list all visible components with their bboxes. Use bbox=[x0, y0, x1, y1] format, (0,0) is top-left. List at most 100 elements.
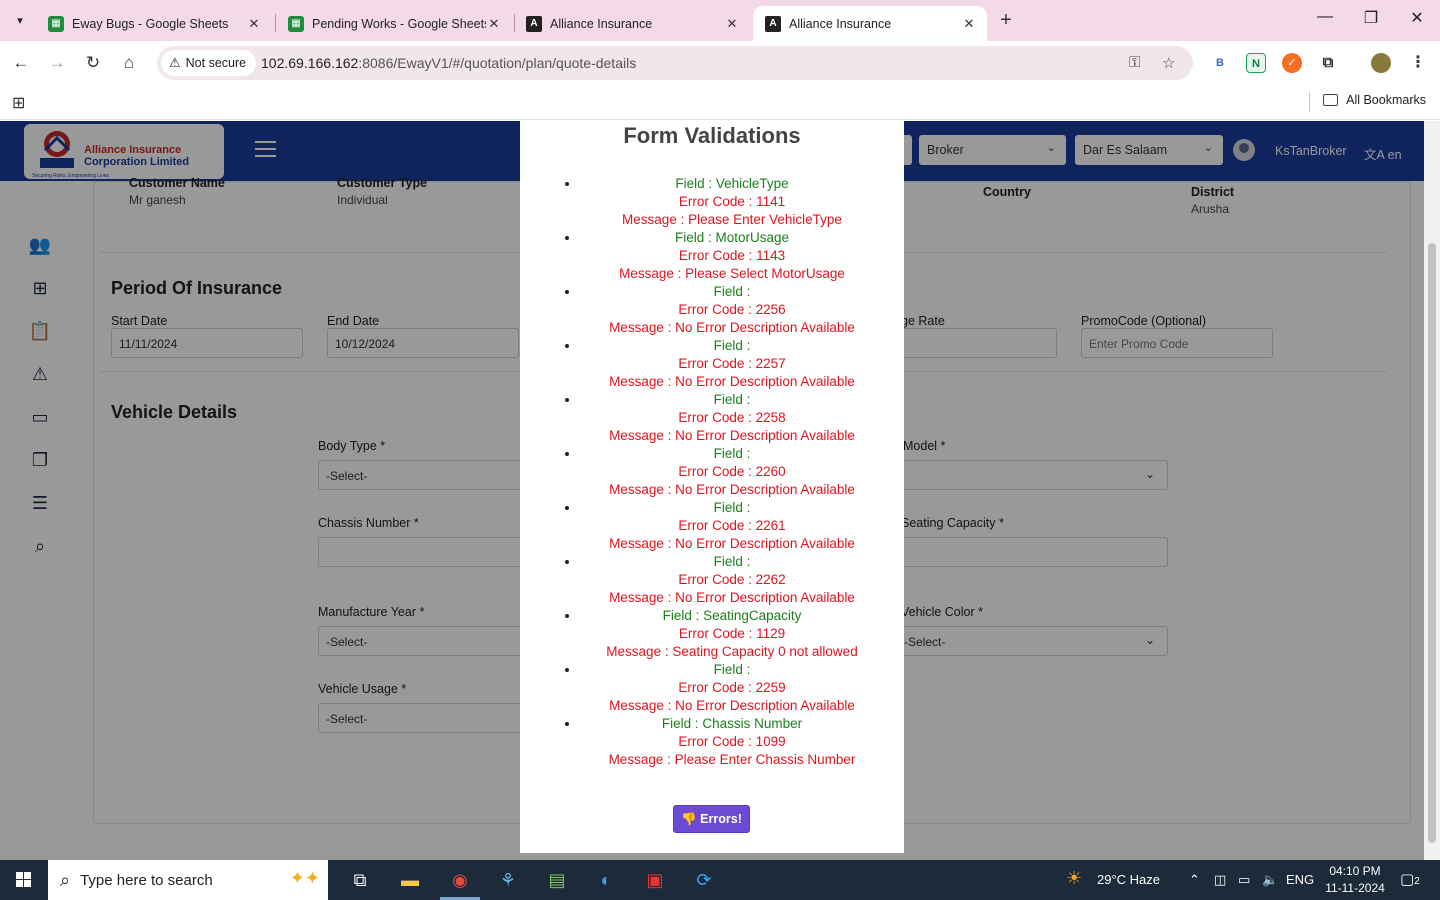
all-bookmarks-button[interactable]: All Bookmarks bbox=[1323, 93, 1426, 107]
error-message-value: No Error Description Available bbox=[675, 590, 855, 605]
security-chip[interactable]: ⚠ Not secure bbox=[161, 50, 257, 76]
error-message-value: No Error Description Available bbox=[675, 698, 855, 713]
notifications-icon[interactable]: ▢2 bbox=[1400, 870, 1420, 888]
windows-start-icon[interactable] bbox=[0, 860, 48, 900]
validation-error-item: Field : Error Code : 2262Message : No Er… bbox=[580, 553, 884, 607]
edge-icon[interactable]: ◐ bbox=[591, 865, 621, 895]
extensions-puzzle-icon[interactable]: ⧉ bbox=[1318, 53, 1338, 73]
all-bookmarks-label: All Bookmarks bbox=[1346, 93, 1426, 107]
angular-icon: A bbox=[526, 15, 542, 32]
password-key-icon[interactable]: ⚿ bbox=[1129, 54, 1140, 71]
error-code: Error Code : 2261 bbox=[580, 517, 884, 535]
error-message-value: No Error Description Available bbox=[675, 482, 855, 497]
error-field-prefix: Field : bbox=[675, 176, 716, 191]
validation-error-item: Field : Error Code : 2256Message : No Er… bbox=[580, 283, 884, 337]
errors-button[interactable]: 👎 Errors! bbox=[673, 805, 750, 833]
chrome-icon[interactable]: ◉ bbox=[445, 865, 475, 895]
close-window-icon[interactable]: ✕ bbox=[1394, 8, 1440, 28]
error-field-prefix: Field : bbox=[713, 392, 751, 407]
error-message-prefix: Message : bbox=[609, 320, 676, 335]
error-code-value: 2258 bbox=[755, 410, 786, 425]
folder-icon bbox=[1323, 94, 1339, 106]
error-field-prefix: Field : bbox=[713, 662, 751, 677]
error-field: Field : MotorUsage bbox=[580, 229, 884, 247]
extension-n-icon[interactable]: N bbox=[1246, 53, 1266, 73]
error-message: Message : Seating Capacity 0 not allowed bbox=[580, 643, 884, 661]
error-message-prefix: Message : bbox=[609, 698, 676, 713]
language-indicator[interactable]: ENG bbox=[1286, 872, 1314, 887]
close-icon[interactable]: ✕ bbox=[486, 16, 502, 32]
close-icon[interactable]: ✕ bbox=[246, 16, 262, 32]
error-code: Error Code : 2257 bbox=[580, 355, 884, 373]
close-icon[interactable]: ✕ bbox=[961, 16, 977, 32]
error-field: Field : SeatingCapacity bbox=[580, 607, 884, 625]
new-tab-plus-icon[interactable]: + bbox=[995, 9, 1017, 32]
system-clock[interactable]: 04:10 PM 11-11-2024 bbox=[1320, 863, 1390, 897]
error-code-prefix: Error Code : bbox=[678, 302, 756, 317]
url-text: 102.69.166.162:8086/EwayV1/#/quotation/p… bbox=[261, 55, 636, 71]
pdf-reader-icon[interactable]: ▣ bbox=[640, 865, 670, 895]
error-field: Field : bbox=[580, 337, 884, 355]
profile-avatar-icon[interactable] bbox=[1371, 53, 1391, 73]
error-message-value: Please Enter Chassis Number bbox=[674, 752, 856, 767]
error-message-value: No Error Description Available bbox=[675, 374, 855, 389]
error-code-prefix: Error Code : bbox=[678, 572, 756, 587]
tab-search-chevron-icon[interactable]: ▾ bbox=[8, 8, 32, 32]
network-icon[interactable]: ▭ bbox=[1238, 872, 1250, 888]
sheets-icon: ▦ bbox=[48, 15, 64, 32]
error-code-value: 2260 bbox=[755, 464, 786, 479]
sync-app-icon[interactable]: ⟳ bbox=[689, 865, 719, 895]
dialog-title: Form Validations bbox=[623, 123, 801, 148]
error-field-prefix: Field : bbox=[662, 608, 704, 623]
extension-b-icon[interactable]: B bbox=[1210, 53, 1230, 73]
task-view-icon[interactable]: ⧉ bbox=[345, 865, 375, 895]
minimize-icon[interactable]: — bbox=[1302, 8, 1348, 26]
error-message: Message : Please Enter Chassis Number bbox=[580, 751, 884, 769]
tab-eway-bugs[interactable]: ▦ Eway Bugs - Google Sheets ✕ bbox=[36, 6, 272, 41]
close-icon[interactable]: ✕ bbox=[724, 16, 740, 32]
error-message-value: No Error Description Available bbox=[675, 320, 855, 335]
tab-alliance-insurance-active[interactable]: A Alliance Insurance ✕ bbox=[753, 6, 987, 41]
error-code-value: 1129 bbox=[756, 626, 786, 641]
error-code-value: 2257 bbox=[755, 356, 786, 371]
restore-icon[interactable]: ❐ bbox=[1348, 8, 1394, 28]
weather-text[interactable]: 29°C Haze bbox=[1097, 872, 1160, 887]
volume-icon[interactable]: 🔈 bbox=[1262, 872, 1278, 888]
tab-alliance-insurance-1[interactable]: A Alliance Insurance ✕ bbox=[514, 6, 750, 41]
tab-pending-works[interactable]: ▦ Pending Works - Google Sheets ✕ bbox=[276, 6, 512, 41]
error-code-value: 2261 bbox=[755, 518, 786, 533]
error-message-value: No Error Description Available bbox=[675, 428, 855, 443]
file-explorer-icon[interactable]: ▬ bbox=[395, 865, 425, 895]
url-path: :8086/EwayV1/#/quotation/plan/quote-deta… bbox=[358, 55, 637, 71]
scrollbar-thumb[interactable] bbox=[1428, 243, 1436, 843]
bookmark-star-icon[interactable]: ☆ bbox=[1162, 54, 1175, 72]
forward-arrow-icon[interactable]: → bbox=[44, 50, 70, 76]
reload-icon[interactable]: ↻ bbox=[80, 50, 106, 76]
taskbar-search-box[interactable]: ⌕ Type here to search ✦✦ bbox=[48, 860, 328, 900]
error-code-prefix: Error Code : bbox=[678, 410, 756, 425]
validation-error-item: Field : Error Code : 2259Message : No Er… bbox=[580, 661, 884, 715]
validation-error-list: Field : VehicleTypeError Code : 1141Mess… bbox=[580, 175, 884, 769]
error-message-value: No Error Description Available bbox=[675, 536, 855, 551]
weather-icon[interactable]: ☀ bbox=[1066, 868, 1082, 889]
error-code-prefix: Error Code : bbox=[678, 734, 756, 749]
tray-chevron-up-icon[interactable]: ⌃ bbox=[1189, 872, 1200, 888]
notepad-icon[interactable]: ▤ bbox=[542, 865, 572, 895]
tab-label: Eway Bugs - Google Sheets bbox=[72, 16, 229, 31]
page-scrollbar[interactable] bbox=[1424, 121, 1440, 860]
extension-orange-icon[interactable]: ✓ bbox=[1282, 53, 1302, 73]
error-code-value: 1143 bbox=[756, 248, 786, 263]
error-code: Error Code : 2256 bbox=[580, 301, 884, 319]
error-field-value: MotorUsage bbox=[715, 230, 790, 245]
home-icon[interactable]: ⌂ bbox=[116, 50, 142, 76]
app-people-icon[interactable]: ⚘ bbox=[493, 865, 523, 895]
address-bar[interactable]: ⚠ Not secure 102.69.166.162:8086/EwayV1/… bbox=[157, 46, 1193, 80]
apps-grid-icon[interactable]: ⊞ bbox=[12, 93, 25, 113]
validation-error-item: Field : Chassis NumberError Code : 1099M… bbox=[580, 715, 884, 769]
chrome-menu-icon[interactable]: ⋮ bbox=[1408, 53, 1428, 73]
tab-label: Pending Works - Google Sheets bbox=[312, 16, 486, 31]
validation-error-item: Field : SeatingCapacityError Code : 1129… bbox=[580, 607, 884, 661]
back-arrow-icon[interactable]: ← bbox=[8, 50, 34, 76]
error-message: Message : No Error Description Available bbox=[580, 481, 884, 499]
camera-icon[interactable]: ◫ bbox=[1214, 872, 1226, 888]
